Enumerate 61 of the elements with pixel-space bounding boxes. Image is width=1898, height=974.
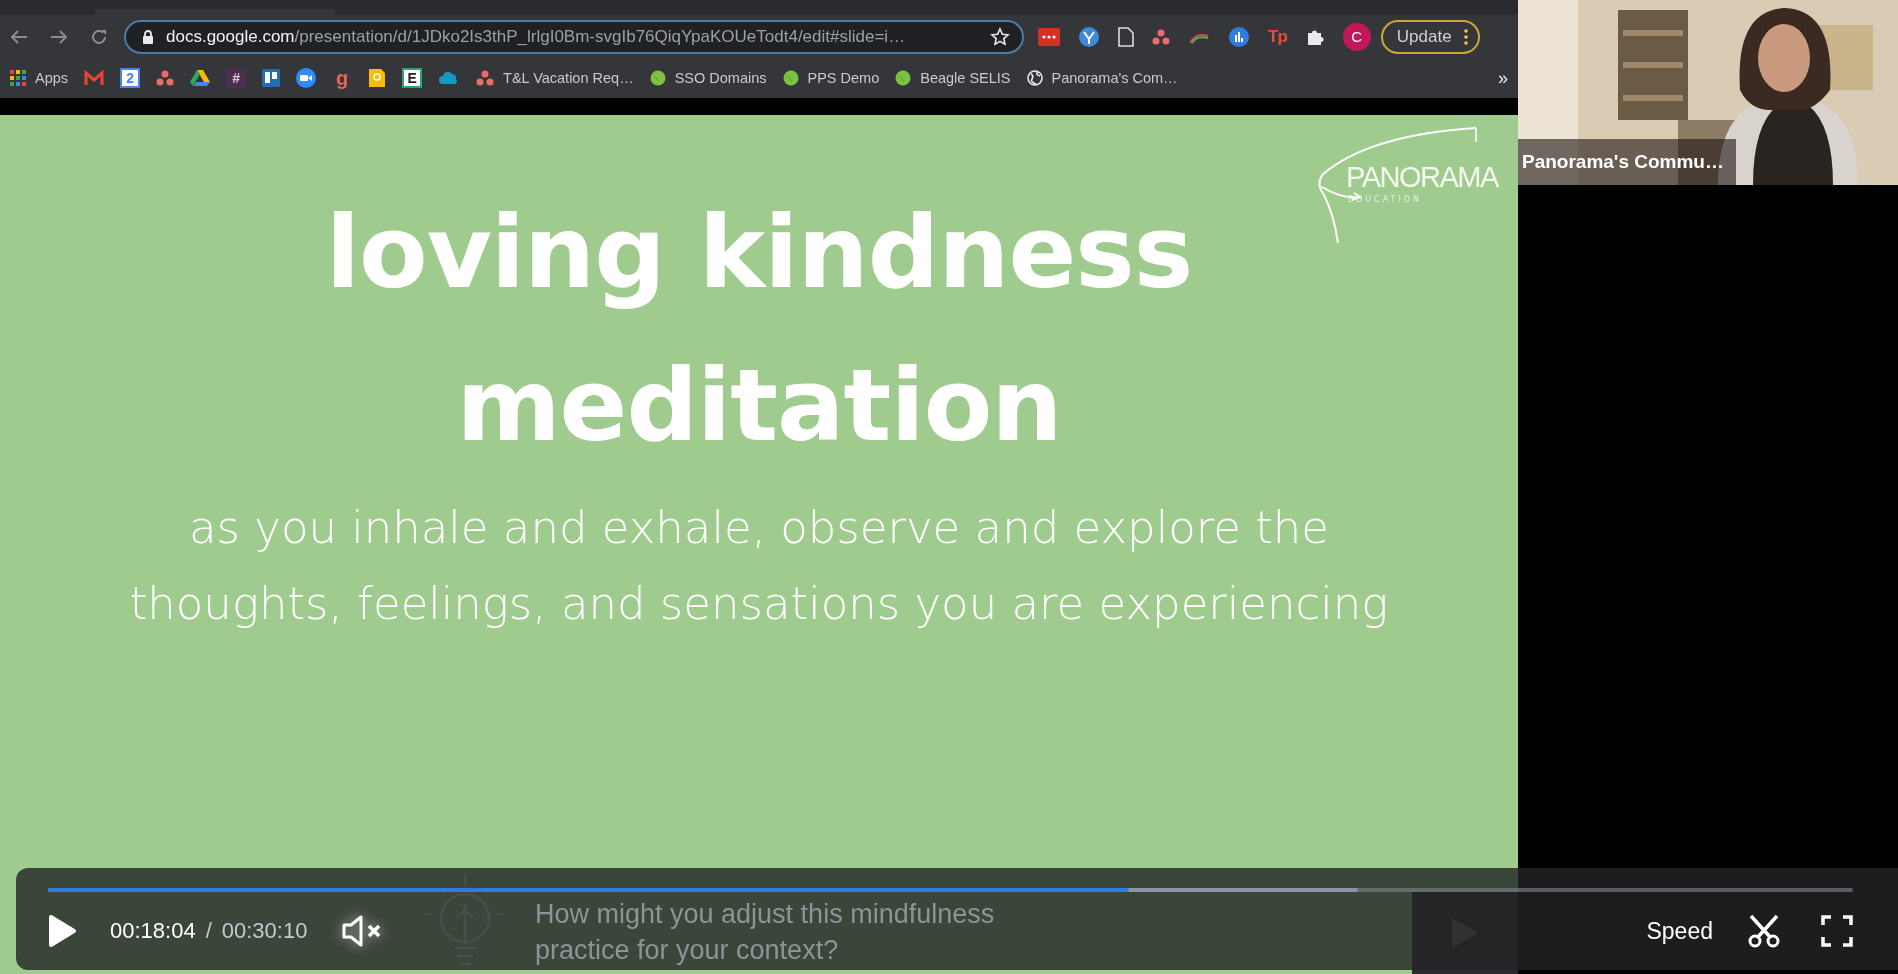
- circle-icon: [782, 70, 799, 86]
- chart-icon[interactable]: [1228, 25, 1250, 48]
- hash-icon: #: [226, 68, 247, 88]
- more-icon: [1463, 28, 1468, 45]
- bookmark-label: T&L Vacation Req…: [503, 70, 634, 86]
- url-text: docs.google.com/presentation/d/1JDko2Is3thP_lrlgI0Bm-svgIb76QiqYpaKOUeTodt4/edit#slide=i…: [166, 26, 907, 47]
- play-button[interactable]: [48, 914, 76, 948]
- bookmark-label: Beagle SELIS: [920, 70, 1011, 86]
- triangle-icon: [190, 69, 211, 87]
- letter-logo: E: [402, 68, 423, 88]
- bookmark-item[interactable]: Beagle SELIS: [895, 70, 1011, 86]
- bookmark-item[interactable]: SSO Domains: [649, 70, 767, 86]
- letter-logo: g: [334, 68, 350, 88]
- address-bar[interactable]: docs.google.com/presentation/d/1JDko2Is3thP_lrlgI0Bm-svgIb76QiqYpaKOUeTodt4/edit#slide=i…: [124, 19, 1024, 54]
- bookmark-item[interactable]: T&L Vacation Req…: [476, 70, 634, 86]
- time-separator: /: [205, 918, 212, 944]
- forward-icon[interactable]: [50, 28, 68, 45]
- bookmark-item[interactable]: Panorama's Com…: [1026, 70, 1178, 86]
- bookmark-star-icon[interactable]: [990, 26, 1010, 47]
- circle-icon: [895, 70, 912, 86]
- lock-icon: [142, 29, 154, 44]
- lightbulb-icon: [368, 68, 387, 88]
- video-camera-icon: [296, 68, 317, 88]
- logo-tagline: EDUCATION: [1348, 195, 1423, 204]
- document-icon[interactable]: [1118, 26, 1134, 47]
- three-dots-icon: [476, 70, 495, 86]
- bookmark-item[interactable]: Apps: [10, 70, 69, 86]
- fullscreen-button[interactable]: [1821, 915, 1853, 947]
- slide-note: How might you adjust this mindfulness: [535, 898, 995, 931]
- update-button[interactable]: Update: [1380, 19, 1480, 54]
- logo-name: PANORAMA: [1346, 161, 1498, 194]
- participant-name: Panorama's Commu…: [1518, 139, 1736, 185]
- bookmark-label: PPS Demo: [807, 70, 880, 86]
- extension-icon[interactable]: [1078, 25, 1100, 48]
- envelope-icon: [84, 70, 105, 86]
- back-icon[interactable]: [10, 28, 28, 45]
- bookmark-label: SSO Domains: [674, 70, 767, 86]
- globe-icon: [1026, 70, 1043, 86]
- bookmark-label: Panorama's Com…: [1051, 70, 1178, 86]
- slide-subtitle: thoughts, feelings, and sensations you are experiencing: [129, 576, 1389, 632]
- slide-note: practice for your context?: [535, 934, 840, 967]
- calendar-icon: 2: [120, 68, 141, 88]
- extension-icon[interactable]: [1038, 27, 1060, 46]
- apps-grid-icon: [10, 70, 26, 86]
- board-icon: [262, 69, 281, 87]
- bookmark-item[interactable]: PPS Demo: [782, 70, 880, 86]
- current-time: 00:18:04: [110, 918, 196, 944]
- profile-avatar[interactable]: C: [1342, 22, 1371, 51]
- slide-title: meditation: [456, 346, 1062, 466]
- three-dots-icon[interactable]: [1152, 28, 1170, 45]
- three-dots-icon: [156, 70, 175, 86]
- bookmark-label: Apps: [35, 70, 69, 86]
- bookmarks-overflow[interactable]: »: [1498, 67, 1508, 89]
- clip-button[interactable]: [1747, 914, 1781, 948]
- slide-subtitle: as you inhale and exhale, observe and explore the: [188, 500, 1330, 556]
- progress-track[interactable]: [48, 888, 1853, 892]
- reload-icon[interactable]: [90, 27, 108, 46]
- speed-button[interactable]: Speed: [1646, 917, 1713, 945]
- circle-icon: [649, 70, 666, 86]
- total-time: 00:30:10: [221, 918, 308, 944]
- slide-title: loving kindness: [325, 193, 1193, 313]
